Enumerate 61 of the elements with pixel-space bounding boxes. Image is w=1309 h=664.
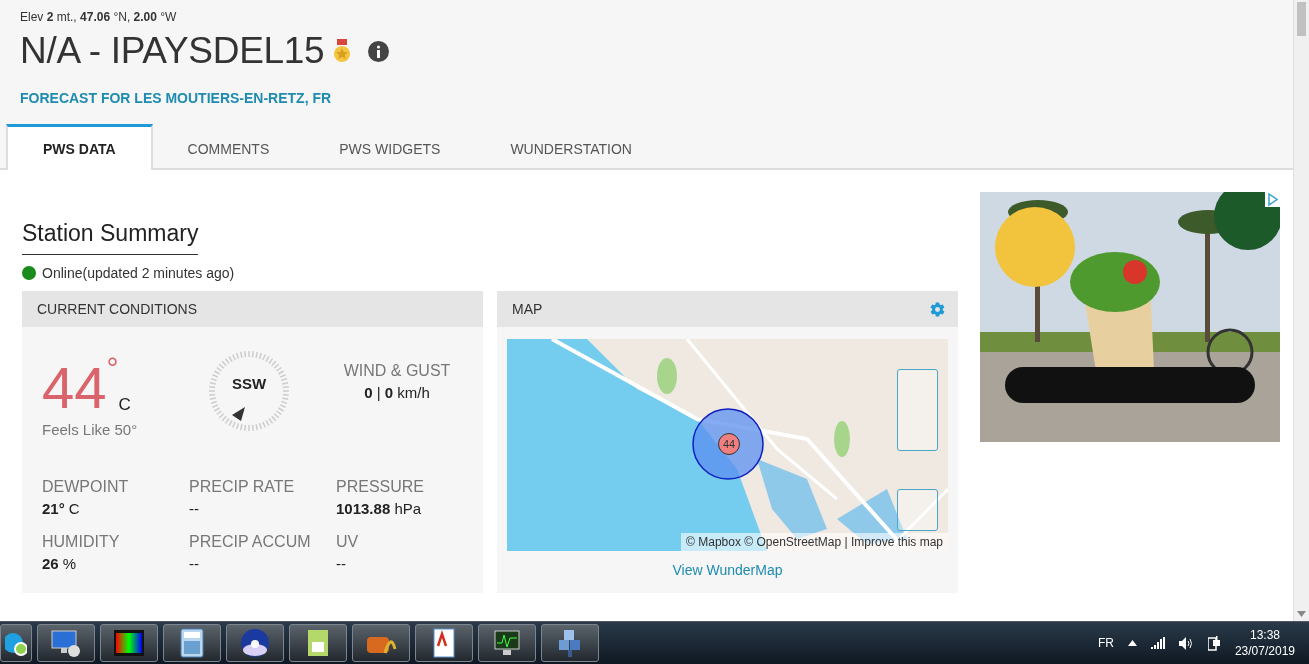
clock-date[interactable]: 23/07/2019 bbox=[1234, 643, 1295, 659]
signal-icon[interactable] bbox=[1150, 637, 1165, 649]
info-icon[interactable] bbox=[368, 40, 390, 62]
document-icon bbox=[432, 628, 456, 658]
metric-label: WIND & GUST bbox=[343, 362, 451, 380]
taskbar-app[interactable] bbox=[415, 624, 473, 662]
temperature: 44 bbox=[42, 359, 107, 417]
metric-value: 0 | 0 km/h bbox=[364, 384, 430, 401]
metric-label: DEWPOINT bbox=[42, 478, 130, 496]
film-icon bbox=[113, 629, 145, 657]
feels-like: Feels Like 50° bbox=[42, 421, 139, 438]
chat-app-icon bbox=[5, 630, 27, 656]
map-control[interactable] bbox=[897, 489, 938, 531]
clock-time[interactable]: 13:38 bbox=[1249, 627, 1280, 643]
metric-value: -- bbox=[189, 500, 200, 517]
taskbar-app[interactable] bbox=[352, 624, 410, 662]
metric-value: -- bbox=[336, 555, 347, 572]
wundermap-link[interactable]: View WunderMap bbox=[672, 562, 783, 578]
forecast-link[interactable]: FORECAST FOR LES MOUTIERS-EN-RETZ, FR bbox=[20, 90, 1293, 106]
tab[interactable]: PWS WIDGETS bbox=[304, 124, 476, 170]
map-attribution: © Mapbox © OpenStreetMap | Improve this map bbox=[681, 533, 948, 551]
metric-value: 26 % bbox=[42, 555, 78, 572]
metric-label: PRESSURE bbox=[336, 478, 426, 496]
metric-label: PRECIP ACCUM bbox=[189, 533, 312, 551]
card-title: CURRENT CONDITIONS bbox=[37, 301, 197, 317]
metric-value: 1013.88 hPa bbox=[336, 500, 423, 517]
tab[interactable]: PWS DATA bbox=[6, 124, 153, 170]
taskbar-app[interactable] bbox=[289, 624, 347, 662]
metric-label: UV bbox=[336, 533, 360, 551]
calculator-icon bbox=[180, 628, 204, 658]
tab[interactable]: WUNDERSTATION bbox=[475, 124, 667, 170]
sphere-icon bbox=[240, 628, 270, 658]
metric-label: HUMIDITY bbox=[42, 533, 121, 551]
location-info: Elev 2 mt., 47.06 °N, 2.00 °W bbox=[20, 10, 178, 24]
taskbar-app[interactable] bbox=[100, 624, 158, 662]
taskbar-app[interactable] bbox=[541, 624, 599, 662]
monitor-chart-icon bbox=[491, 629, 523, 657]
taskbar-app[interactable] bbox=[0, 624, 32, 662]
monitor-icon bbox=[50, 629, 82, 657]
metric-value: -- bbox=[189, 555, 200, 572]
language-indicator[interactable]: FR bbox=[1097, 636, 1114, 650]
taskbar-app[interactable] bbox=[163, 624, 221, 662]
medal-icon bbox=[334, 39, 351, 63]
card-title: MAP bbox=[512, 301, 543, 317]
scroll-down-icon[interactable] bbox=[1297, 611, 1306, 617]
status-text: Online(updated 2 minutes ago) bbox=[42, 265, 235, 281]
taskbar-app[interactable] bbox=[226, 624, 284, 662]
degree-sign: ° bbox=[106, 353, 119, 383]
scroll-thumb[interactable] bbox=[1297, 2, 1306, 36]
tray-caret-icon[interactable] bbox=[1127, 640, 1137, 646]
metric-value: 21° C bbox=[42, 500, 81, 517]
volume-icon[interactable] bbox=[1178, 636, 1194, 650]
taskbar-app[interactable] bbox=[37, 624, 95, 662]
wind-direction: SSW bbox=[230, 375, 268, 392]
station-title: N/A - IPAYSDEL15 bbox=[20, 30, 325, 72]
tab[interactable]: COMMENTS bbox=[152, 124, 305, 170]
metric-label: PRECIP RATE bbox=[189, 478, 296, 496]
section-heading: Station Summary bbox=[22, 220, 199, 255]
taskbar-app[interactable] bbox=[478, 624, 536, 662]
scrollbar[interactable] bbox=[1293, 0, 1309, 621]
temperature-unit: C bbox=[118, 395, 131, 415]
